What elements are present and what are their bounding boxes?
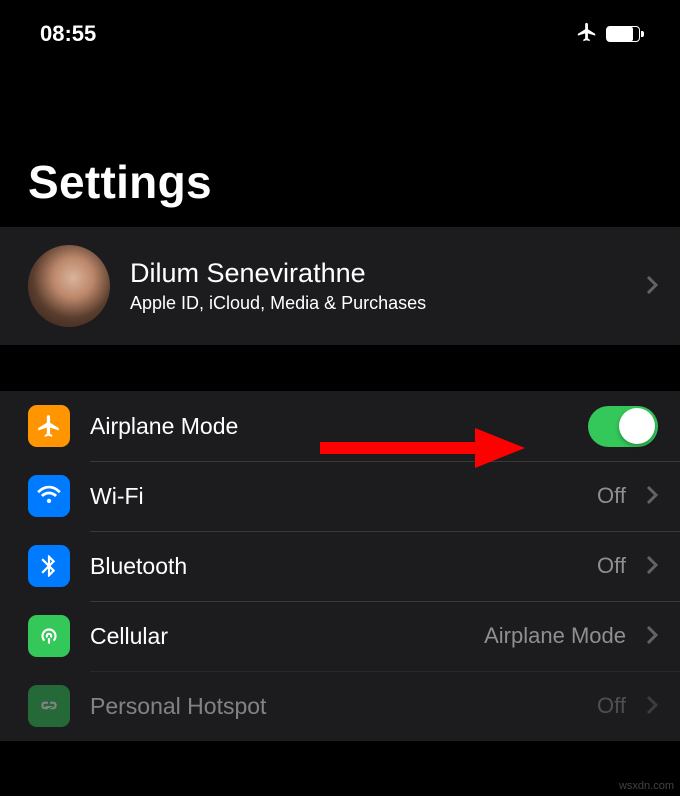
row-wifi[interactable]: Wi-Fi Off bbox=[0, 461, 680, 531]
airplane-icon bbox=[28, 405, 70, 447]
row-value-bluetooth: Off bbox=[597, 553, 626, 579]
airplane-toggle[interactable] bbox=[588, 406, 658, 447]
wifi-icon bbox=[28, 475, 70, 517]
chevron-right-icon bbox=[646, 270, 658, 302]
profile-name: Dilum Senevirathne bbox=[130, 258, 626, 289]
row-value-wifi: Off bbox=[597, 483, 626, 509]
status-time: 08:55 bbox=[40, 21, 96, 47]
section-gap bbox=[0, 345, 680, 391]
row-label-wifi: Wi-Fi bbox=[90, 483, 577, 510]
chevron-right-icon bbox=[646, 620, 658, 652]
airplane-status-icon bbox=[576, 21, 598, 48]
watermark: wsxdn.com bbox=[619, 780, 674, 792]
row-airplane-mode[interactable]: Airplane Mode bbox=[0, 391, 680, 461]
hotspot-icon bbox=[28, 685, 70, 727]
cellular-icon bbox=[28, 615, 70, 657]
profile-subtitle: Apple ID, iCloud, Media & Purchases bbox=[130, 293, 626, 314]
row-label-cellular: Cellular bbox=[90, 623, 464, 650]
battery-icon bbox=[606, 26, 640, 42]
row-label-bluetooth: Bluetooth bbox=[90, 553, 577, 580]
status-right bbox=[576, 21, 640, 48]
row-label-airplane: Airplane Mode bbox=[90, 413, 568, 440]
chevron-right-icon bbox=[646, 480, 658, 512]
profile-text: Dilum Senevirathne Apple ID, iCloud, Med… bbox=[130, 258, 626, 314]
profile-row[interactable]: Dilum Senevirathne Apple ID, iCloud, Med… bbox=[0, 227, 680, 345]
chevron-right-icon bbox=[646, 690, 658, 722]
chevron-right-icon bbox=[646, 550, 658, 582]
bluetooth-icon bbox=[28, 545, 70, 587]
row-label-hotspot: Personal Hotspot bbox=[90, 693, 577, 720]
row-bluetooth[interactable]: Bluetooth Off bbox=[0, 531, 680, 601]
row-value-hotspot: Off bbox=[597, 693, 626, 719]
status-bar: 08:55 bbox=[0, 0, 680, 60]
row-value-cellular: Airplane Mode bbox=[484, 623, 626, 649]
avatar bbox=[28, 245, 110, 327]
toggle-knob bbox=[619, 408, 655, 444]
row-cellular[interactable]: Cellular Airplane Mode bbox=[0, 601, 680, 671]
row-personal-hotspot: Personal Hotspot Off bbox=[0, 671, 680, 741]
settings-group: Airplane Mode Wi-Fi Off Bluetooth Off Ce… bbox=[0, 391, 680, 741]
page-title: Settings bbox=[0, 60, 680, 227]
